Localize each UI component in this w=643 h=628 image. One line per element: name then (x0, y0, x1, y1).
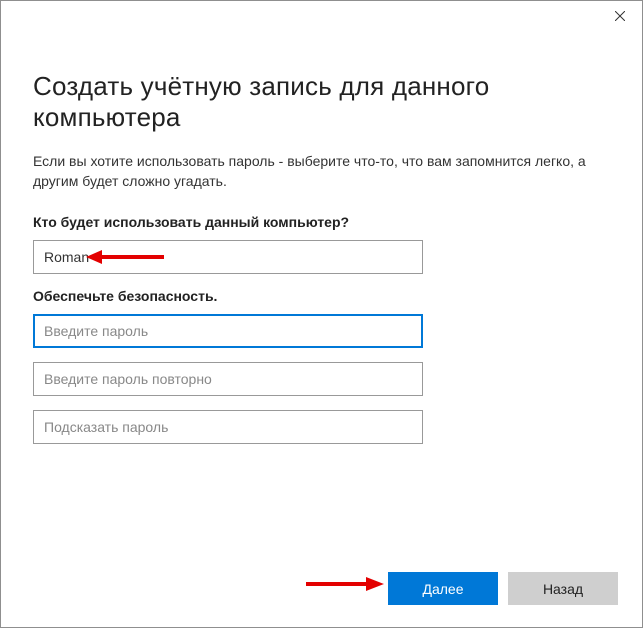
dialog-footer: Далее Назад (388, 572, 618, 605)
username-input[interactable] (33, 240, 423, 274)
account-creation-dialog: Создать учётную запись для данного компь… (0, 0, 643, 628)
close-button[interactable] (597, 1, 642, 31)
password-input[interactable] (33, 314, 423, 348)
annotation-arrow-next (304, 574, 384, 594)
dialog-content: Создать учётную запись для данного компь… (1, 31, 642, 444)
titlebar (1, 1, 642, 31)
description-text: Если вы хотите использовать пароль - выб… (33, 151, 610, 192)
page-title: Создать учётную запись для данного компь… (33, 71, 610, 133)
who-section-label: Кто будет использовать данный компьютер? (33, 214, 610, 230)
next-button[interactable]: Далее (388, 572, 498, 605)
close-icon (615, 11, 625, 21)
password-confirm-input[interactable] (33, 362, 423, 396)
password-hint-input[interactable] (33, 410, 423, 444)
security-section-label: Обеспечьте безопасность. (33, 288, 610, 304)
back-button[interactable]: Назад (508, 572, 618, 605)
